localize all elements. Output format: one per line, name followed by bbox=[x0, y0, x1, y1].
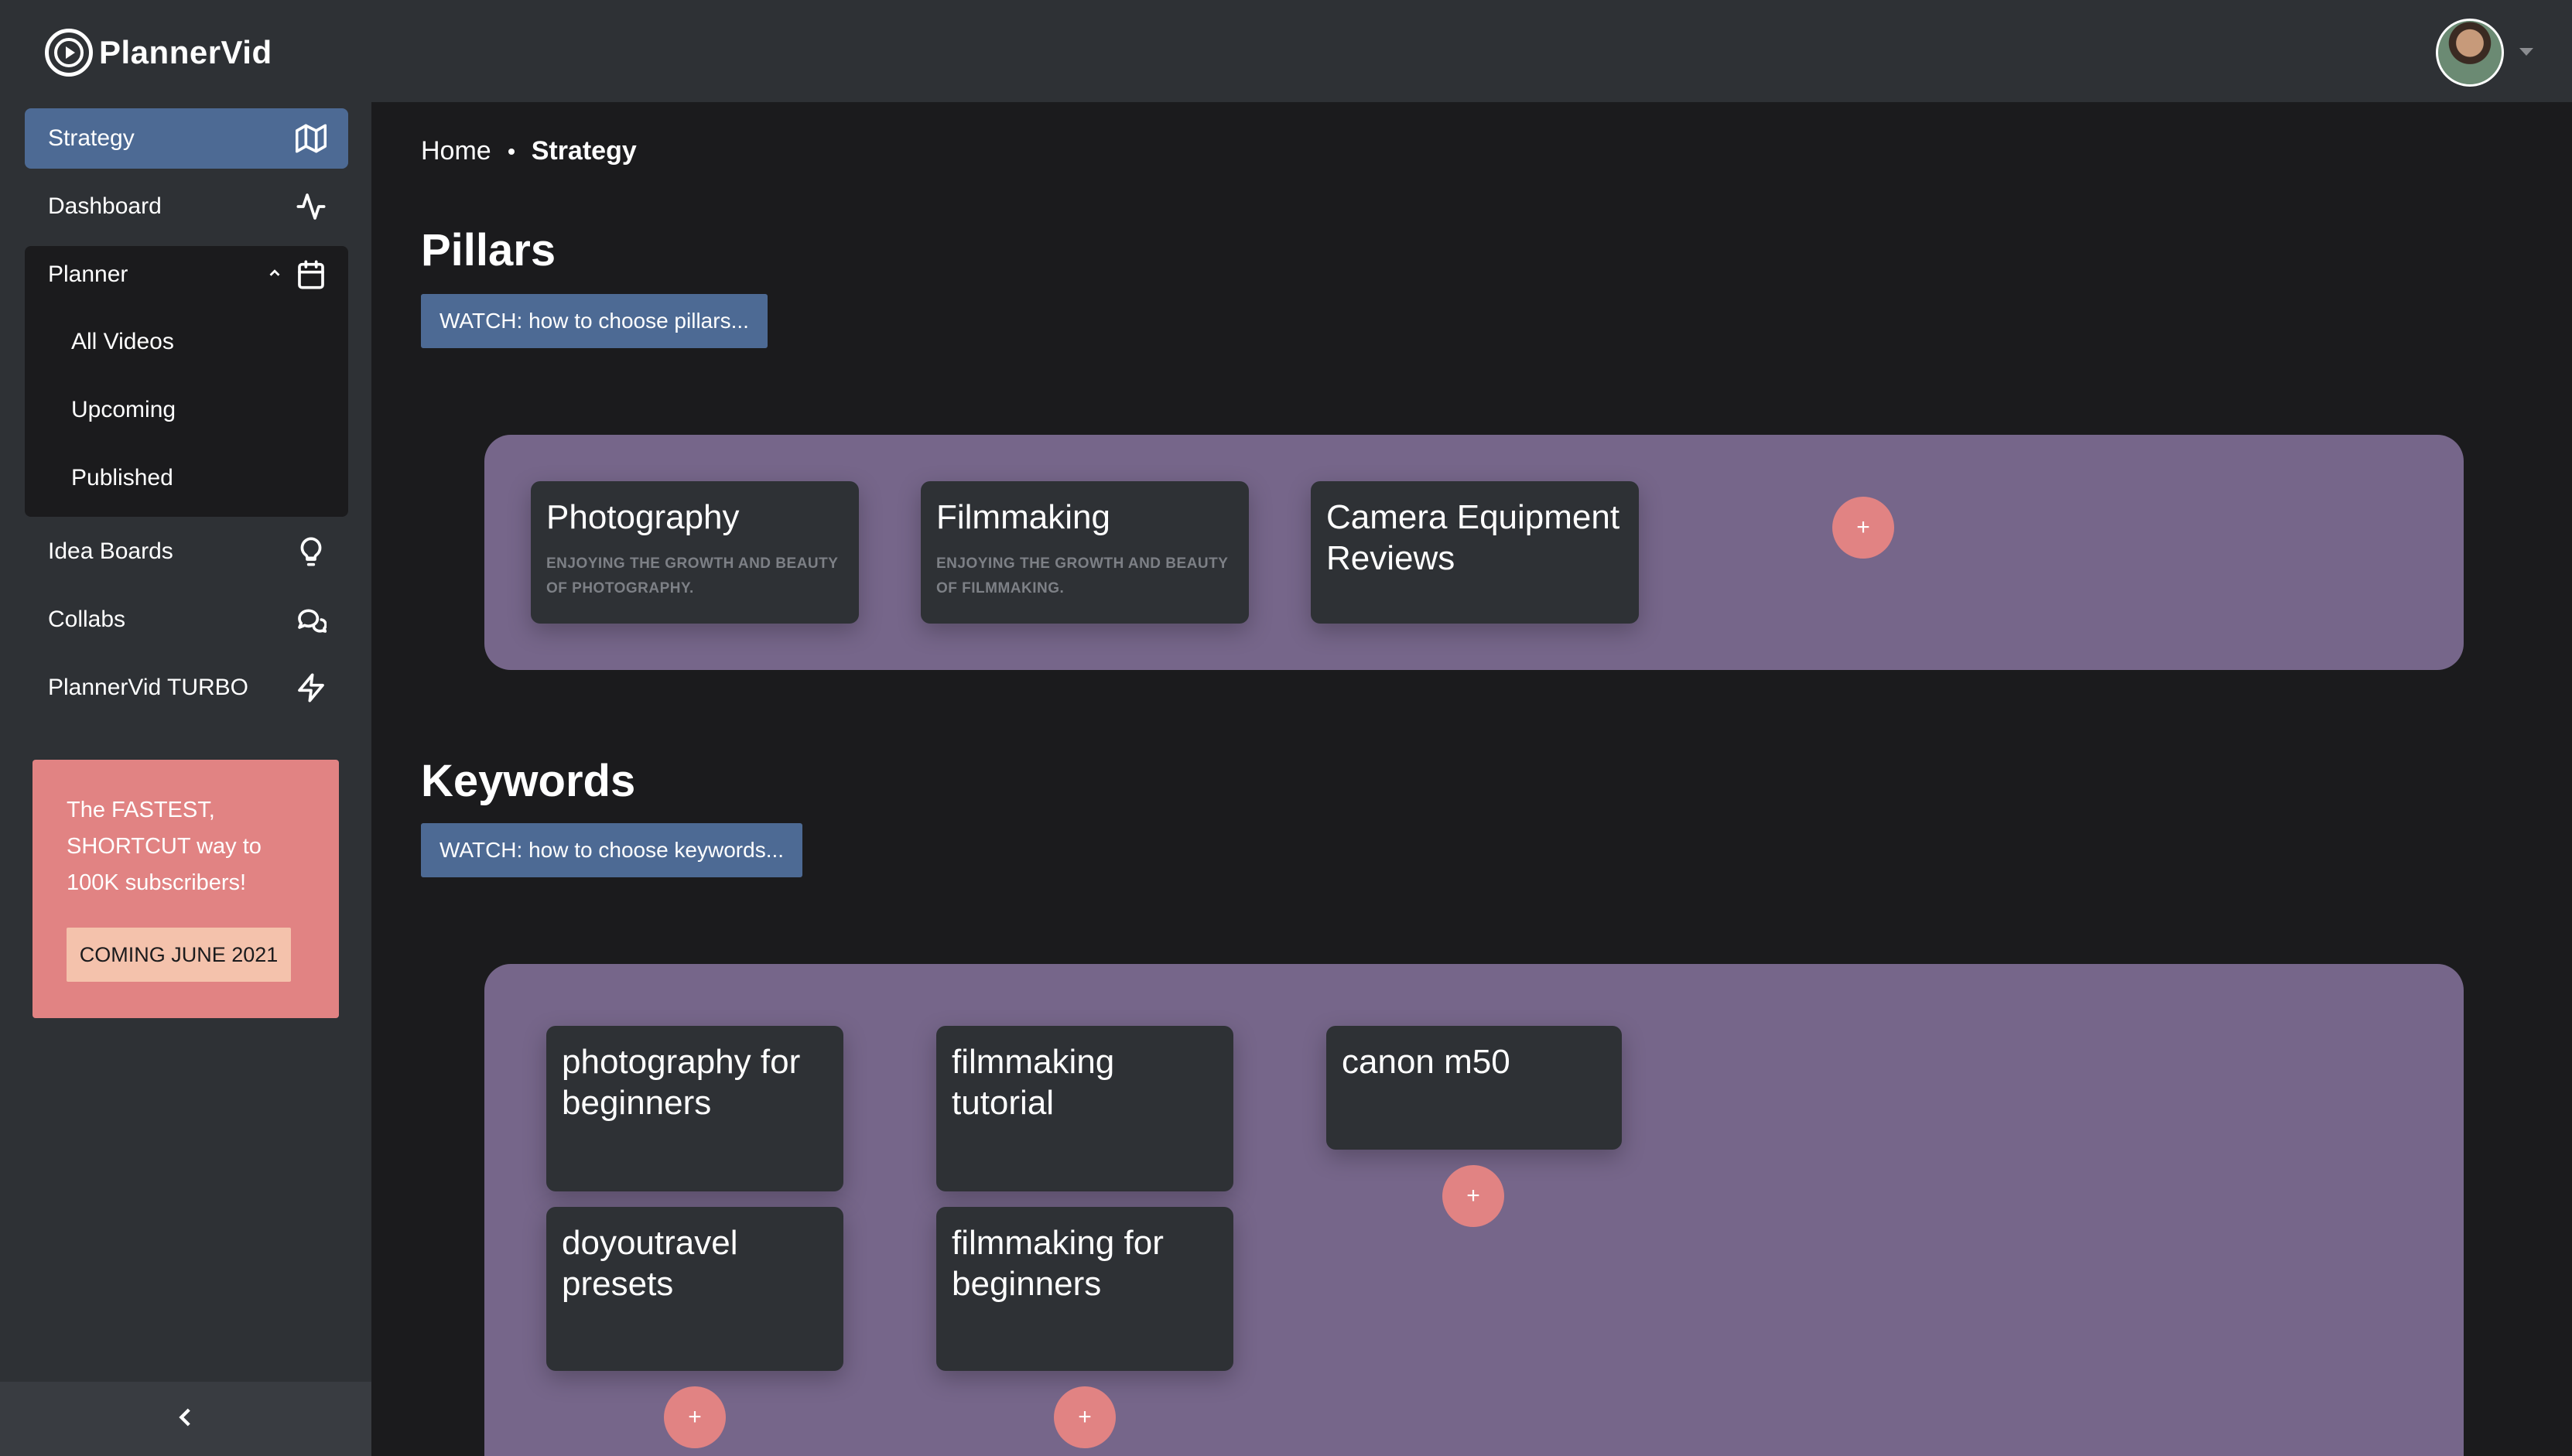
breadcrumb-separator bbox=[508, 148, 515, 155]
calendar-icon bbox=[296, 259, 327, 290]
pillars-board: Photography ENJOYING THE GROWTH AND BEAU… bbox=[484, 435, 2464, 670]
breadcrumb-home[interactable]: Home bbox=[421, 136, 491, 166]
lightning-icon bbox=[296, 672, 327, 703]
sidebar-subitem-all-videos[interactable]: All Videos bbox=[71, 319, 174, 365]
add-keyword-button[interactable]: + bbox=[1442, 1165, 1504, 1227]
add-pillar-button[interactable]: + bbox=[1832, 497, 1894, 559]
map-icon bbox=[296, 123, 327, 154]
keyword-text: photography for beginners bbox=[562, 1043, 801, 1122]
pillar-title: Camera Equipment Reviews bbox=[1326, 498, 1620, 577]
promo-text: The FASTEST, SHORTCUT way to 100K subscr… bbox=[67, 798, 262, 895]
add-keyword-button[interactable]: + bbox=[664, 1386, 726, 1448]
sidebar-item-label: Strategy bbox=[48, 125, 135, 151]
pillar-card[interactable]: Filmmaking ENJOYING THE GROWTH AND BEAUT… bbox=[921, 481, 1249, 624]
sidebar-item-label: Dashboard bbox=[48, 193, 162, 219]
keyword-card[interactable]: canon m50 bbox=[1326, 1026, 1622, 1150]
avatar[interactable] bbox=[2436, 19, 2504, 87]
coming-soon-button[interactable]: COMING JUNE 2021 bbox=[67, 928, 291, 982]
watch-pillars-button[interactable]: WATCH: how to choose pillars... bbox=[421, 294, 768, 348]
lightbulb-icon bbox=[296, 536, 327, 567]
pillar-title: Filmmaking bbox=[936, 498, 1110, 536]
activity-icon bbox=[296, 191, 327, 222]
sidebar-item-planner[interactable]: Planner bbox=[25, 244, 348, 305]
pillar-title: Photography bbox=[546, 498, 740, 536]
sidebar-item-label: Collabs bbox=[48, 607, 126, 632]
keyword-text: canon m50 bbox=[1342, 1043, 1510, 1081]
watch-keywords-button[interactable]: WATCH: how to choose keywords... bbox=[421, 823, 803, 877]
sidebar-item-idea-boards[interactable]: Idea Boards bbox=[25, 521, 348, 582]
pillar-description: ENJOYING THE GROWTH AND BEAUTY OF FILMMA… bbox=[936, 555, 1229, 596]
chat-bubbles-icon bbox=[296, 604, 327, 635]
sidebar-item-strategy[interactable]: Strategy bbox=[25, 108, 348, 169]
keyword-card[interactable]: photography for beginners bbox=[546, 1026, 843, 1191]
pillar-description: ENJOYING THE GROWTH AND BEAUTY OF PHOTOG… bbox=[546, 555, 839, 596]
keyword-card[interactable]: doyoutravel presets bbox=[546, 1207, 843, 1371]
keyword-text: filmmaking for beginners bbox=[952, 1224, 1164, 1303]
breadcrumb: Home Strategy bbox=[421, 136, 637, 166]
chevron-up-icon bbox=[266, 261, 283, 288]
chevron-left-icon bbox=[173, 1404, 199, 1434]
app-name: PlannerVid bbox=[99, 34, 272, 70]
keyword-text: filmmaking tutorial bbox=[952, 1043, 1115, 1122]
sidebar-item-label: Planner bbox=[48, 261, 128, 287]
breadcrumb-current: Strategy bbox=[531, 136, 637, 166]
keywords-title: Keywords bbox=[421, 756, 636, 806]
app-logo[interactable]: PlannerVid bbox=[45, 28, 272, 77]
keyword-text: doyoutravel presets bbox=[562, 1224, 738, 1303]
sidebar-subitem-upcoming[interactable]: Upcoming bbox=[71, 387, 176, 433]
sidebar-item-label: PlannerVid TURBO bbox=[48, 675, 249, 700]
sidebar-subitem-published[interactable]: Published bbox=[71, 455, 173, 501]
caret-down-icon[interactable] bbox=[2519, 48, 2533, 56]
keyword-card[interactable]: filmmaking tutorial bbox=[936, 1026, 1233, 1191]
pillar-card[interactable]: Camera Equipment Reviews bbox=[1311, 481, 1639, 624]
sidebar-item-dashboard[interactable]: Dashboard bbox=[25, 176, 348, 237]
top-bar bbox=[371, 0, 2572, 102]
sidebar-item-turbo[interactable]: PlannerVid TURBO bbox=[25, 658, 348, 718]
sidebar: PlannerVid Strategy Dashboard Planner Al… bbox=[0, 0, 371, 1456]
promo-card: The FASTEST, SHORTCUT way to 100K subscr… bbox=[32, 760, 339, 1018]
keyword-card[interactable]: filmmaking for beginners bbox=[936, 1207, 1233, 1371]
add-keyword-button[interactable]: + bbox=[1054, 1386, 1116, 1448]
sidebar-item-label: Idea Boards bbox=[48, 538, 173, 564]
pillars-title: Pillars bbox=[421, 225, 556, 275]
collapse-sidebar-button[interactable] bbox=[0, 1382, 371, 1456]
keywords-board: photography for beginners doyoutravel pr… bbox=[484, 964, 2464, 1456]
pillar-card[interactable]: Photography ENJOYING THE GROWTH AND BEAU… bbox=[531, 481, 859, 624]
play-logo-icon bbox=[45, 29, 93, 77]
sidebar-item-collabs[interactable]: Collabs bbox=[25, 590, 348, 650]
